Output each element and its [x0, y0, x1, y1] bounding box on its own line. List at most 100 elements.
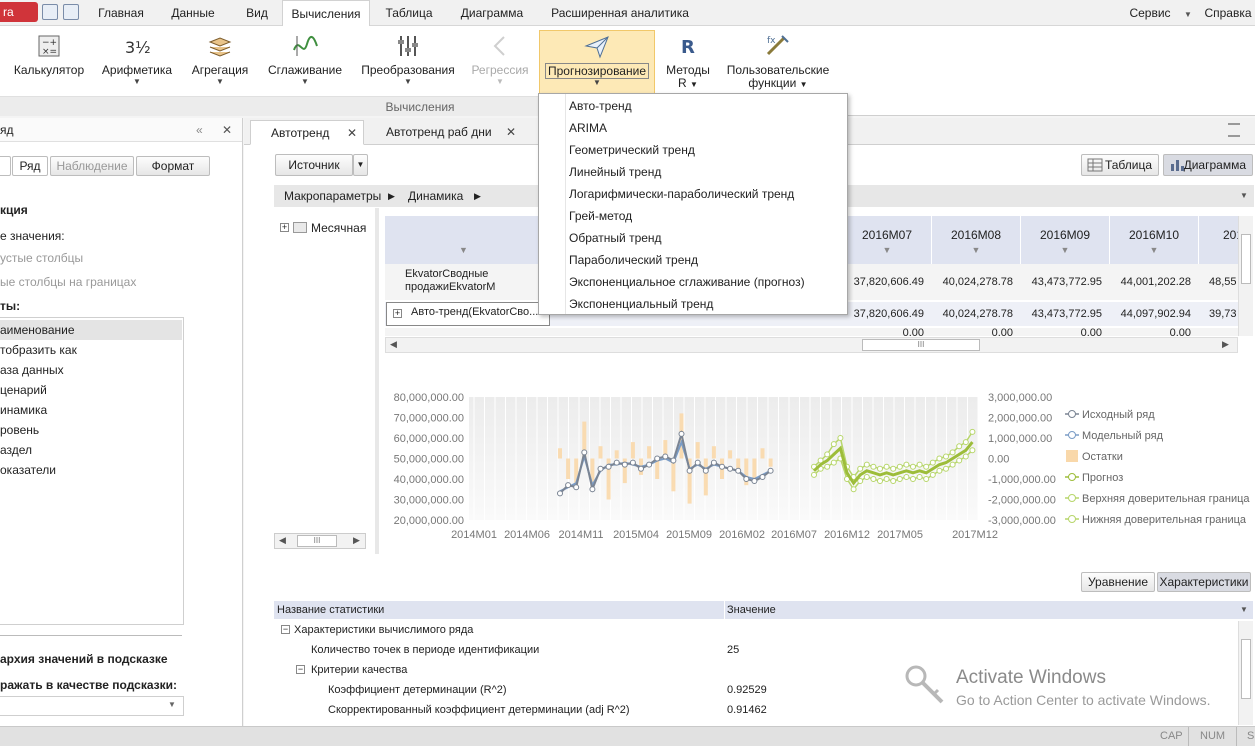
tab-autotrend[interactable]: Автотренд ✕: [250, 120, 364, 145]
stats-row[interactable]: − Характеристики вычислимого ряда: [274, 620, 1234, 640]
regression-button[interactable]: Регрессия ▼: [466, 30, 534, 94]
tab-autotrend-workdays[interactable]: Автотренд раб дни ✕: [366, 120, 526, 145]
grid-horizontal-scrollbar[interactable]: ◀ III ▶: [385, 337, 1238, 353]
grid-cell[interactable]: 37,820,606.49: [843, 271, 932, 293]
calculator-button[interactable]: −+ ×= Калькулятор: [10, 30, 88, 94]
stats-scrollbar[interactable]: [1238, 621, 1253, 725]
tab-view[interactable]: Вид: [232, 0, 282, 26]
grid-cell[interactable]: 0.00: [932, 322, 1021, 336]
column-header[interactable]: 2016M09 ▼: [1021, 216, 1110, 264]
forecast-menu-item[interactable]: Экспоненциальное сглаживание (прогноз): [539, 271, 847, 293]
grid-cell[interactable]: 44,001,202.28: [1110, 271, 1199, 293]
transformations-button[interactable]: Преобразования ▼: [356, 30, 460, 94]
user-functions-button[interactable]: fx Пользовательские функции ▼: [724, 30, 832, 94]
expand-icon[interactable]: +: [393, 309, 402, 318]
help-menu[interactable]: Справка: [1202, 0, 1254, 26]
hint-display-select[interactable]: ▼: [0, 696, 184, 716]
forecasting-button[interactable]: Прогнозирование ▼: [539, 30, 655, 94]
close-tab-icon[interactable]: ✕: [506, 120, 516, 145]
collapse-icon[interactable]: −: [296, 665, 305, 674]
chart-view-button[interactable]: Диаграмма: [1163, 154, 1253, 176]
list-item[interactable]: оказатели: [0, 460, 56, 480]
app-menu-button[interactable]: ra: [0, 2, 38, 22]
forecast-menu-item[interactable]: ARIMA: [539, 117, 847, 139]
forecast-menu-item[interactable]: Линейный тренд: [539, 161, 847, 183]
list-item[interactable]: тобразить как: [0, 340, 77, 360]
tab-series[interactable]: Ряд: [12, 156, 48, 176]
scroll-left-icon[interactable]: ◀: [390, 339, 397, 350]
column-header[interactable]: 2016M08 ▼: [932, 216, 1021, 264]
empty-columns-option[interactable]: устые столбцы: [0, 248, 83, 268]
source-dropdown-icon[interactable]: ▼: [353, 154, 368, 176]
list-item[interactable]: ровень: [0, 420, 39, 440]
table-view-button[interactable]: Таблица: [1081, 154, 1159, 176]
forecast-menu-item[interactable]: Грей-метод: [539, 205, 847, 227]
column-header[interactable]: 2016M07 ▼: [843, 216, 932, 264]
list-item[interactable]: аздел: [0, 440, 32, 460]
table-row[interactable]: 0.00 0.00 0.00 0.00: [385, 327, 1253, 336]
breadcrumb-item[interactable]: Динамика: [408, 185, 463, 207]
list-item[interactable]: инамика: [0, 400, 47, 420]
expand-icon[interactable]: +: [280, 223, 289, 232]
source-button[interactable]: Источник: [275, 154, 353, 176]
grid-cell[interactable]: 0.00: [1110, 322, 1199, 336]
scroll-right-icon[interactable]: ▶: [353, 535, 360, 546]
save-icon[interactable]: [42, 4, 58, 20]
r-methods-button[interactable]: R Методы R ▼: [662, 30, 714, 94]
forecast-menu-item[interactable]: Авто-тренд: [539, 95, 847, 117]
stats-row[interactable]: Количество точек в периоде идентификации…: [274, 640, 1234, 660]
close-panel-icon[interactable]: ✕: [222, 118, 232, 142]
scroll-left-icon[interactable]: ◀: [279, 535, 286, 546]
tab-format[interactable]: Формат: [136, 156, 210, 176]
filter-icon[interactable]: ▼: [1150, 245, 1159, 255]
chevron-down-icon[interactable]: ▼: [1240, 185, 1248, 207]
tab-calculations[interactable]: Вычисления: [282, 0, 370, 27]
filter-icon[interactable]: ▼: [972, 245, 981, 255]
chevron-down-icon[interactable]: ▼: [1240, 601, 1248, 619]
grid-cell[interactable]: 43,473,772.95: [1021, 271, 1110, 293]
forecast-menu-item[interactable]: Обратный тренд: [539, 227, 847, 249]
tab-table[interactable]: Таблица: [376, 0, 442, 26]
tab-chart[interactable]: Диаграмма: [452, 0, 532, 26]
scrollbar-thumb[interactable]: III: [862, 339, 980, 351]
selected-row-header[interactable]: + Авто-тренд(EkvatorСво...: [386, 302, 550, 326]
collapse-panel-icon[interactable]: «: [196, 118, 203, 142]
list-item[interactable]: ценарий: [0, 380, 47, 400]
scrollbar-thumb[interactable]: [1241, 639, 1251, 699]
chart-scrollbar[interactable]: ◀ III ▶: [274, 533, 366, 549]
filter-icon[interactable]: ▼: [459, 245, 468, 255]
border-columns-option[interactable]: ые столбцы на границах: [0, 272, 136, 292]
list-item[interactable]: аименование: [0, 320, 182, 340]
grid-cell[interactable]: 0.00: [1021, 322, 1110, 336]
characteristics-button[interactable]: Характеристики: [1157, 572, 1251, 592]
scroll-right-icon[interactable]: ▶: [1222, 339, 1229, 350]
tab-data[interactable]: Данные: [160, 0, 226, 26]
close-tab-icon[interactable]: ✕: [347, 121, 357, 146]
grid-cell[interactable]: 0.00: [843, 322, 932, 336]
forecast-menu-item[interactable]: Экспоненциальный тренд: [539, 293, 847, 315]
breadcrumb-item[interactable]: Макропараметры: [284, 185, 381, 207]
column-header[interactable]: 2016M10 ▼: [1110, 216, 1199, 264]
grid-vertical-scrollbar[interactable]: [1238, 216, 1253, 336]
panel-options-icon[interactable]: [1228, 123, 1240, 137]
filter-icon[interactable]: ▼: [1061, 245, 1070, 255]
splitter[interactable]: [375, 208, 379, 554]
aggregation-button[interactable]: Агрегация ▼: [184, 30, 256, 94]
forecast-menu-item[interactable]: Параболический тренд: [539, 249, 847, 271]
forecast-menu-item[interactable]: Геометрический тренд: [539, 139, 847, 161]
forecast-menu-item[interactable]: Логарифмически-параболический тренд: [539, 183, 847, 205]
arithmetic-button[interactable]: 3½ Арифметика ▼: [98, 30, 176, 94]
scrollbar-thumb[interactable]: III: [297, 535, 337, 547]
list-item[interactable]: аза данных: [0, 360, 64, 380]
tab-home[interactable]: Главная: [88, 0, 154, 26]
tree-item-monthly[interactable]: + Месячная: [280, 220, 370, 236]
print-preview-icon[interactable]: [63, 4, 79, 20]
grid-cell[interactable]: 40,024,278.78: [932, 271, 1021, 293]
tab-observation[interactable]: Наблюдение: [50, 156, 134, 176]
collapse-icon[interactable]: −: [281, 625, 290, 634]
scrollbar-thumb[interactable]: [1241, 234, 1251, 284]
tab-advanced-analytics[interactable]: Расширенная аналитика: [545, 0, 695, 26]
smoothing-button[interactable]: Сглаживание ▼: [264, 30, 346, 94]
left-tab-partial[interactable]: [0, 156, 11, 176]
filter-icon[interactable]: ▼: [883, 245, 892, 255]
